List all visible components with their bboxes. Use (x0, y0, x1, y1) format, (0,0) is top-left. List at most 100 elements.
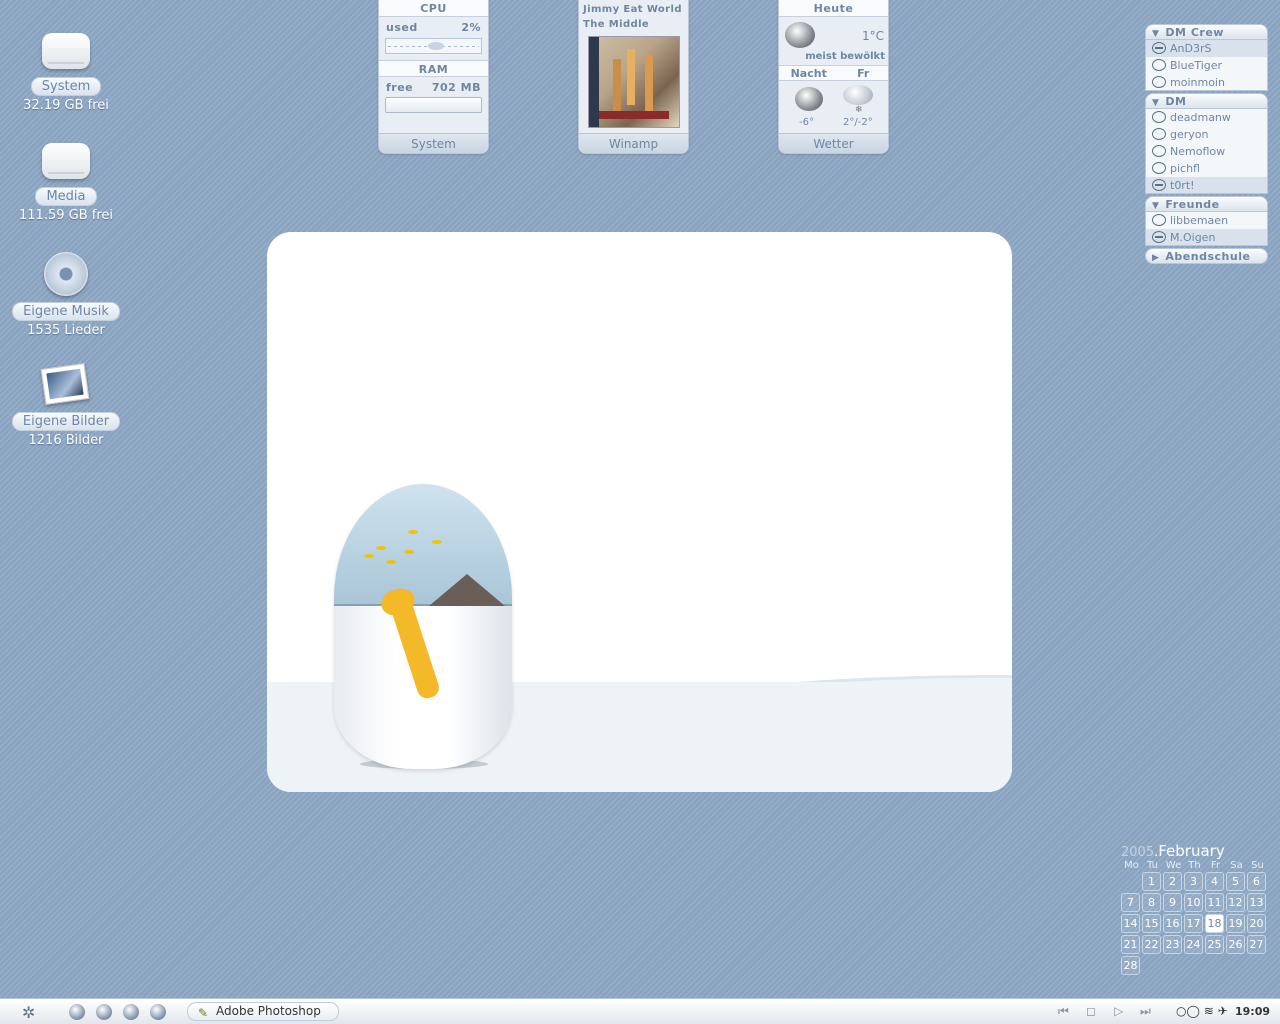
weather-today: 1°C meist bewölkt (779, 17, 888, 65)
quicklaunch-icon[interactable] (96, 1004, 112, 1020)
buddy-group-dm[interactable]: ▼ DM (1145, 93, 1268, 109)
desktop-icon-label: System (30, 77, 102, 96)
ram-free-value: 702 MB (431, 81, 481, 94)
desktop-icon-eigene-musik[interactable]: Eigene Musik 1535 Lieder (0, 250, 132, 338)
calendar-day[interactable]: 14 (1121, 914, 1140, 933)
calendar-day[interactable]: 4 (1205, 872, 1224, 891)
desktop-icon-label: Eigene Musik (12, 302, 120, 321)
calendar-day[interactable]: 5 (1226, 872, 1245, 891)
ram-free-row: free 702 MB (379, 77, 488, 94)
calendar-day[interactable]: 15 (1142, 914, 1161, 933)
weather-widget[interactable]: Heute 1°C meist bewölkt Nacht Fr ❄ -6° 2… (778, 0, 889, 154)
cpu-title: CPU (379, 0, 488, 17)
desktop-icon-subtitle: 1535 Lieder (27, 323, 105, 338)
calendar-weekdays: Mo Tu We Th Fr Sa Su (1121, 860, 1271, 871)
calendar-widget[interactable]: 2005.February Mo Tu We Th Fr Sa Su 12345… (1121, 842, 1271, 975)
winamp-widget[interactable]: Jimmy Eat World The Middle Winamp (578, 0, 689, 154)
weather-night-temp: -6° (799, 117, 814, 128)
buddy-group-freunde[interactable]: ▼ Freunde (1145, 196, 1268, 212)
calendar-day[interactable]: 27 (1247, 935, 1266, 954)
calendar-day[interactable]: 23 (1163, 935, 1182, 954)
next-track-icon[interactable]: ⏭ (1140, 1004, 1151, 1019)
calendar-day[interactable]: 13 (1247, 893, 1266, 912)
desktop-icon-media[interactable]: Media 111.59 GB frei (0, 135, 132, 223)
calendar-day[interactable]: 18 (1205, 914, 1224, 933)
calendar-day[interactable]: 10 (1184, 893, 1203, 912)
system-widget-footer: System (379, 133, 488, 153)
stop-icon[interactable]: ◻ (1086, 1004, 1096, 1018)
calendar-day[interactable]: 24 (1184, 935, 1203, 954)
system-widget[interactable]: CPU used 2% RAM free 702 MB System (378, 0, 489, 154)
cloudy-weather-icon (783, 20, 817, 50)
buddy-item[interactable]: pichfl (1145, 160, 1268, 177)
music-disc-icon (39, 250, 93, 300)
calendar-day[interactable]: 19 (1226, 914, 1245, 933)
buddy-group-abendschule[interactable]: ▶ Abendschule (1145, 248, 1268, 264)
chat-bubble-icon (1152, 162, 1166, 174)
calendar-day[interactable]: 28 (1121, 956, 1140, 975)
taskbar-button-photoshop[interactable]: ✎ Adobe Photoshop (187, 1002, 339, 1021)
calendar-day[interactable]: 8 (1142, 893, 1161, 912)
desktop-icon-label: Media (35, 187, 97, 206)
chat-bubble-icon (1152, 231, 1166, 243)
tray-icons[interactable]: ○◯ ≋ ✈ (1176, 1004, 1228, 1018)
buddy-item[interactable]: geryon (1145, 126, 1268, 143)
calendar-day[interactable]: 3 (1184, 872, 1203, 891)
weekday-label: Sa (1230, 860, 1243, 871)
calendar-day[interactable]: 11 (1205, 893, 1224, 912)
calendar-day[interactable]: 2 (1163, 872, 1182, 891)
quicklaunch-icon[interactable] (150, 1004, 166, 1020)
calendar-day[interactable]: 1 (1142, 872, 1161, 891)
calendar-grid: 1 2 3 4 5 6 7 8 9 10 11 12 13 14 15 16 17 18 19 20 21 22 23 24 2… (1121, 872, 1271, 975)
cpu-graph (385, 38, 482, 54)
winamp-album: The Middle (583, 19, 650, 30)
cpu-used-row: used 2% (379, 17, 488, 34)
calendar-day[interactable]: 9 (1163, 893, 1182, 912)
calendar-day[interactable]: 26 (1226, 935, 1245, 954)
buddy-item[interactable]: deadmanw (1145, 109, 1268, 126)
photoshop-feather-icon: ✎ (198, 1006, 209, 1020)
cat-figure (388, 595, 442, 701)
calendar-header: 2005.February (1121, 842, 1225, 860)
hard-drive-icon (39, 25, 93, 75)
winamp-widget-footer: Winamp (579, 133, 688, 153)
chat-bubble-icon (1152, 76, 1166, 88)
calendar-day[interactable]: 7 (1121, 893, 1140, 912)
calendar-day[interactable]: 21 (1121, 935, 1140, 954)
buddy-item[interactable]: t0rt! (1145, 177, 1268, 194)
cpu-used-value: 2% (461, 21, 481, 34)
buddy-item[interactable]: moinmoin (1145, 74, 1268, 91)
buddy-item[interactable]: Nemoflow (1145, 143, 1268, 160)
weather-today-desc: meist bewölkt (805, 51, 885, 62)
desktop-icon-system[interactable]: System 32.19 GB frei (0, 25, 132, 113)
calendar-day[interactable]: 17 (1184, 914, 1203, 933)
calendar-blank-cell (1121, 872, 1140, 891)
calendar-day[interactable]: 6 (1247, 872, 1266, 891)
buddy-item[interactable]: libbemaen (1145, 212, 1268, 229)
chat-bubble-icon (1152, 179, 1166, 191)
quicklaunch-icon[interactable] (123, 1004, 139, 1020)
wallpaper-frame (267, 232, 1012, 792)
weekday-label: Tu (1147, 860, 1158, 871)
buddy-item[interactable]: M.Oigen (1145, 229, 1268, 246)
weather-today-temp: 1°C (861, 29, 884, 43)
start-menu-icon[interactable]: ✲ (22, 1003, 35, 1022)
calendar-day[interactable]: 25 (1205, 935, 1224, 954)
play-icon[interactable]: ▷ (1114, 1004, 1123, 1018)
buddy-item[interactable]: BlueTiger (1145, 57, 1268, 74)
buddy-item[interactable]: AnD3rS (1145, 40, 1268, 57)
buddy-group-dm-crew[interactable]: ▼ DM Crew (1145, 24, 1268, 40)
calendar-day[interactable]: 22 (1142, 935, 1161, 954)
desktop-icon-subtitle: 32.19 GB frei (23, 98, 109, 113)
calendar-day[interactable]: 16 (1163, 914, 1182, 933)
calendar-day[interactable]: 20 (1247, 914, 1266, 933)
calendar-day[interactable]: 12 (1226, 893, 1245, 912)
weather-forecast: ❄ -6° 2°/-2° (779, 81, 888, 131)
buddy-list[interactable]: ▼ DM Crew AnD3rS BlueTiger moinmoin ▼ DM d… (1145, 22, 1268, 264)
expanded-triangle-icon: ▼ (1152, 29, 1160, 39)
weekday-label: Fr (1210, 860, 1221, 871)
quicklaunch-icon[interactable] (69, 1004, 85, 1020)
desktop-icon-eigene-bilder[interactable]: Eigene Bilder 1216 Bilder (0, 360, 132, 448)
winamp-artist: Jimmy Eat World (583, 4, 682, 15)
previous-track-icon[interactable]: ⏮ (1058, 1004, 1069, 1019)
